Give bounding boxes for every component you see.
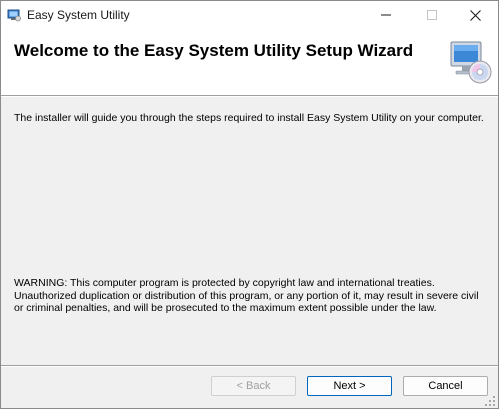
next-button[interactable]: Next > (307, 376, 392, 396)
banner-divider (1, 95, 498, 97)
back-button[interactable]: < Back (211, 376, 296, 396)
maximize-button[interactable] (409, 1, 455, 29)
intro-text: The installer will guide you through the… (14, 112, 484, 124)
installer-app-icon (7, 8, 21, 22)
computer-cd-icon (446, 38, 494, 86)
title-bar[interactable]: Easy System Utility (1, 1, 498, 29)
close-button[interactable] (452, 1, 498, 29)
maximize-icon (427, 10, 437, 20)
copyright-warning: WARNING: This computer program is protec… (14, 277, 489, 315)
wizard-title: Welcome to the Easy System Utility Setup… (14, 41, 414, 60)
warning-line: or criminal penalties, and will be prose… (14, 302, 437, 314)
resize-grip-icon[interactable] (484, 394, 496, 406)
wizard-banner: Welcome to the Easy System Utility Setup… (1, 29, 498, 95)
footer-divider (1, 365, 498, 367)
close-icon (469, 9, 481, 21)
warning-line: Unauthorized duplication or distribution… (14, 289, 479, 302)
minimize-button[interactable] (363, 1, 409, 29)
cancel-button[interactable]: Cancel (403, 376, 488, 396)
setup-window: Easy System Utility Welcome to the Easy … (0, 0, 499, 409)
warning-line: WARNING: This computer program is protec… (14, 277, 435, 289)
window-title: Easy System Utility (27, 8, 130, 22)
minimize-icon (381, 10, 391, 20)
